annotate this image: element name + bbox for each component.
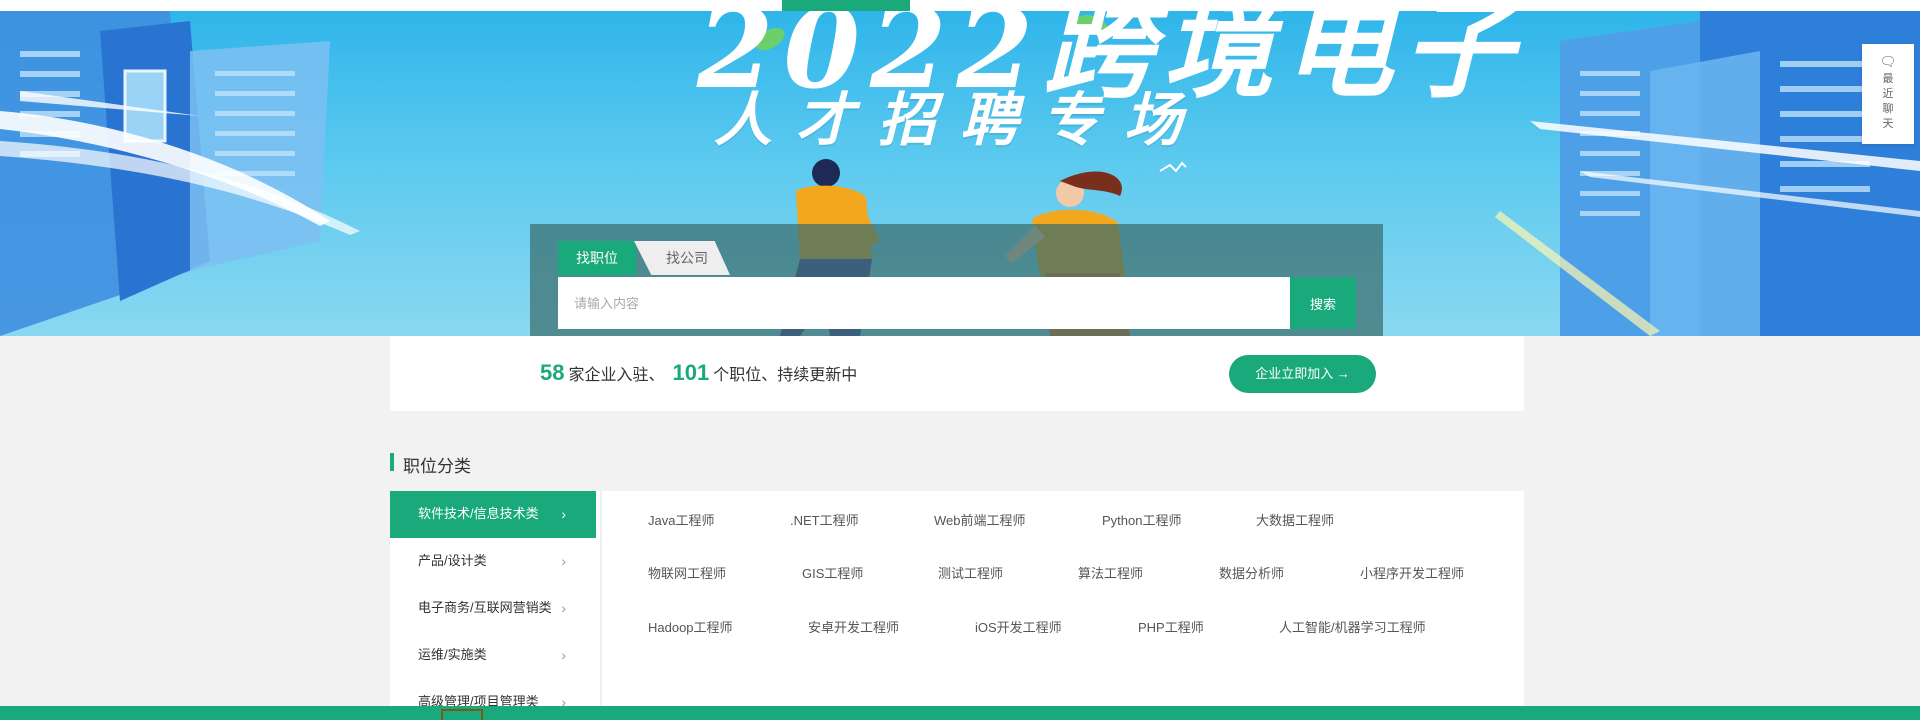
company-join-button[interactable]: 企业立即加入 → bbox=[1229, 355, 1376, 393]
recent-chat-widget[interactable]: 🗨︎ 最近聊天 bbox=[1862, 44, 1914, 144]
job-link[interactable]: 大数据工程师 bbox=[1256, 510, 1334, 529]
stats-bar: 58 家企业入驻、 101 个职位、持续更新中 企业立即加入 → bbox=[390, 336, 1524, 411]
job-link[interactable]: GIS工程师 bbox=[802, 563, 863, 582]
search-button[interactable]: 搜索 bbox=[1290, 277, 1356, 329]
category-item-software[interactable]: 软件技术/信息技术类 › bbox=[390, 491, 596, 538]
section-heading-marker bbox=[390, 453, 394, 471]
job-link[interactable]: PHP工程师 bbox=[1138, 617, 1204, 636]
company-count: 58 bbox=[540, 360, 565, 385]
job-link[interactable]: Web前端工程师 bbox=[934, 510, 1026, 529]
top-nav-strip bbox=[0, 0, 1920, 11]
search-input[interactable] bbox=[558, 277, 1290, 329]
job-link[interactable]: 小程序开发工程师 bbox=[1360, 563, 1464, 582]
job-link[interactable]: 人工智能/机器学习工程师 bbox=[1279, 617, 1426, 636]
job-link[interactable]: .NET工程师 bbox=[790, 510, 859, 529]
category-item-ecommerce[interactable]: 电子商务/互联网营销类 › bbox=[390, 585, 596, 632]
category-item-ops[interactable]: 运维/实施类 › bbox=[390, 632, 596, 679]
chat-bubble-icon: 🗨︎ bbox=[1879, 54, 1897, 69]
hero-banner: 2022跨境电子 人才招聘专场 找职位 找公司 搜索 bbox=[0, 11, 1920, 336]
page: 2022跨境电子 人才招聘专场 找职位 找公司 搜索 58家企业入驻、 101个职… bbox=[0, 0, 1920, 720]
chevron-right-icon: › bbox=[561, 647, 566, 663]
bottom-bar-marker bbox=[441, 709, 483, 720]
tab-find-company[interactable]: 找公司 bbox=[634, 241, 730, 275]
chevron-right-icon: › bbox=[561, 600, 566, 616]
category-item-product-design[interactable]: 产品/设计类 › bbox=[390, 538, 596, 585]
banner-title: 人才招聘专场 bbox=[713, 86, 1206, 154]
bottom-bar bbox=[0, 706, 1920, 720]
chevron-right-icon: › bbox=[561, 506, 566, 522]
recent-chat-label: 最近聊天 bbox=[1882, 73, 1894, 130]
job-count: 101 bbox=[672, 360, 710, 385]
job-link[interactable]: 安卓开发工程师 bbox=[808, 617, 899, 636]
job-link[interactable]: Java工程师 bbox=[648, 510, 714, 529]
category-list: 软件技术/信息技术类 › 产品/设计类 › 电子商务/互联网营销类 › 运维/实… bbox=[390, 491, 596, 720]
category-label: 软件技术/信息技术类 bbox=[418, 506, 539, 521]
job-link[interactable]: 物联网工程师 bbox=[648, 563, 726, 582]
job-link[interactable]: Hadoop工程师 bbox=[648, 617, 733, 636]
search-panel: 找职位 找公司 搜索 bbox=[530, 224, 1383, 336]
category-label: 电子商务/互联网营销类 bbox=[418, 600, 552, 615]
section-title: 职位分类 bbox=[403, 457, 471, 476]
job-link[interactable]: 测试工程师 bbox=[938, 563, 1003, 582]
stats-summary: 58 家企业入驻、 101 个职位、持续更新中 bbox=[540, 360, 857, 386]
category-label: 产品/设计类 bbox=[418, 553, 487, 568]
job-link[interactable]: 算法工程师 bbox=[1078, 563, 1143, 582]
job-category-panel: 软件技术/信息技术类 › 产品/设计类 › 电子商务/互联网营销类 › 运维/实… bbox=[390, 491, 1524, 720]
company-count-label: 家企业入驻、 bbox=[568, 367, 665, 384]
category-divider bbox=[600, 491, 602, 720]
job-count-label: 个职位、持续更新中 bbox=[713, 367, 858, 384]
category-label: 运维/实施类 bbox=[418, 647, 487, 662]
job-link[interactable]: Python工程师 bbox=[1102, 510, 1181, 529]
tab-find-job[interactable]: 找职位 bbox=[558, 241, 636, 275]
chevron-right-icon: › bbox=[561, 553, 566, 569]
job-link[interactable]: iOS开发工程师 bbox=[975, 617, 1062, 636]
active-nav-indicator[interactable] bbox=[782, 0, 910, 11]
job-link[interactable]: 数据分析师 bbox=[1219, 563, 1284, 582]
